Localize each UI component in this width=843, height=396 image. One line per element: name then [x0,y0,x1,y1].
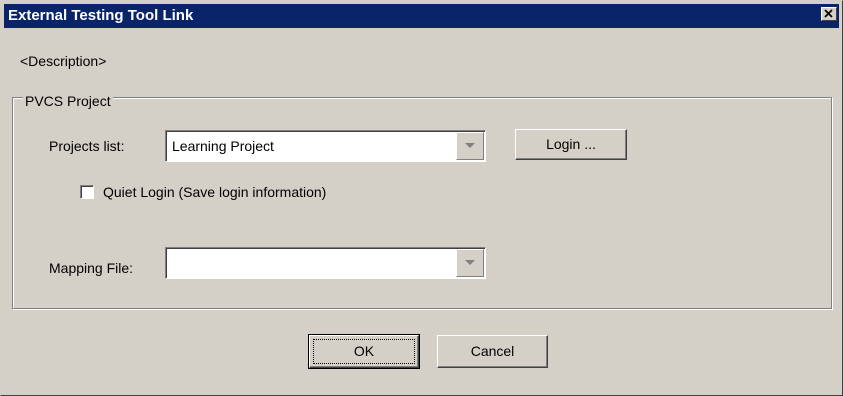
window-title: External Testing Tool Link [8,7,194,24]
close-icon [824,9,833,18]
quiet-login-checkbox[interactable] [80,185,94,199]
chevron-down-icon [465,143,475,148]
login-button[interactable]: Login ... [515,129,627,160]
mapping-file-combo[interactable] [165,247,486,279]
dialog-window: External Testing Tool Link <Description>… [0,0,843,396]
title-bar[interactable]: External Testing Tool Link [4,4,839,28]
focus-rect [313,339,415,364]
chevron-down-icon [465,260,475,265]
projects-list-combo[interactable]: Learning Project [165,130,486,162]
group-legend: PVCS Project [23,93,113,109]
close-button[interactable] [821,7,837,21]
login-button-label: Login ... [546,136,596,152]
quiet-login-label[interactable]: Quiet Login (Save login information) [103,183,326,201]
projects-list-label: Projects list: [49,138,125,154]
description-text: <Description> [20,53,107,69]
cancel-button[interactable]: Cancel [437,335,548,368]
mapping-file-label: Mapping File: [49,260,134,276]
ok-button[interactable]: OK [308,334,420,369]
projects-list-value: Learning Project [172,138,274,154]
cancel-button-label: Cancel [470,343,515,359]
projects-list-dropdown-button[interactable] [456,132,484,160]
mapping-file-dropdown-button[interactable] [456,249,484,277]
